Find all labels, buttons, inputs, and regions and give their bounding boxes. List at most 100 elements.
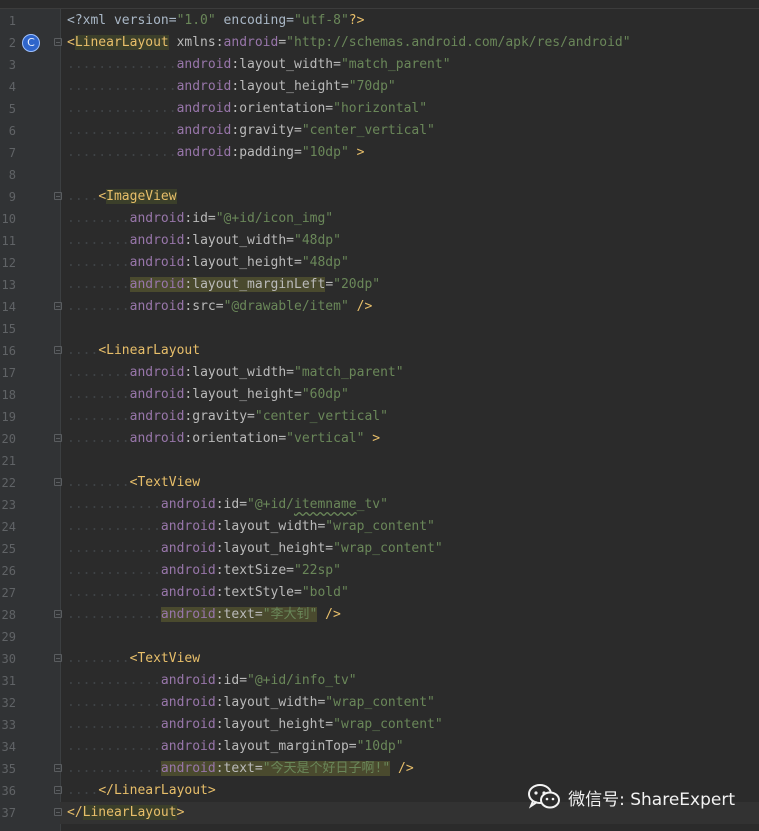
code-line[interactable]: 22 ........<TextView [2, 472, 759, 494]
code-line[interactable]: 24 ............android:layout_width="wrap… [2, 516, 759, 538]
code-line[interactable]: 35 ............android:text="今天是个好日子啊!" /… [2, 758, 759, 780]
code-token: ImageView [106, 189, 177, 204]
code-token: < [67, 35, 75, 50]
code-line[interactable]: 15 [2, 318, 759, 340]
code-token: = [325, 277, 334, 292]
code-token: itemname [294, 497, 357, 512]
line-text: ..............android:layout_height="70d… [67, 76, 396, 98]
line-text: ........android:layout_height="48dp" [67, 252, 349, 274]
code-token: encoding= [215, 13, 294, 28]
code-line[interactable]: 3 ..............android:layout_width="mat… [9, 54, 759, 76]
code-token: "bold" [301, 585, 349, 600]
line-number: 36 [1, 784, 16, 798]
line-number: 35 [1, 762, 16, 776]
line-number: 30 [1, 652, 16, 666]
indent-guide: ............ [67, 541, 161, 556]
line-text: ........<TextView [67, 472, 200, 494]
code-token: :textSize= [215, 563, 294, 578]
code-token: :gravity= [184, 409, 255, 424]
fold-marker-icon[interactable] [54, 764, 62, 772]
code-line[interactable]: 28 ............android:text="李大钊" /> [2, 604, 759, 626]
indent-guide: ............ [67, 695, 161, 710]
code-token: /> [317, 607, 341, 622]
line-text: ............android:layout_width="wrap_c… [67, 516, 435, 538]
indent-guide: .............. [67, 57, 177, 72]
indent-guide: .............. [67, 101, 177, 116]
code-line[interactable]: 29 [2, 626, 759, 648]
line-number: 16 [1, 344, 16, 358]
fold-marker-icon[interactable] [54, 302, 62, 310]
code-token: :orientation= [231, 101, 334, 116]
code-line[interactable]: 30 ........<TextView [2, 648, 759, 670]
fold-marker-icon[interactable] [54, 786, 62, 794]
indent-guide: ........ [67, 211, 130, 226]
fold-marker-icon[interactable] [54, 654, 62, 662]
fold-marker-icon[interactable] [54, 346, 62, 354]
fold-marker-icon[interactable] [54, 478, 62, 486]
code-line[interactable]: 11 ........android:layout_width="48dp" [2, 230, 759, 252]
code-line[interactable]: 16 ....<LinearLayout [2, 340, 759, 362]
code-token: :text= [215, 607, 263, 622]
line-number: 15 [1, 322, 16, 336]
code-line[interactable]: 1 <?xml version="1.0" encoding="utf-8"?> [9, 10, 759, 32]
indent-guide: .............. [67, 145, 177, 160]
code-line[interactable]: 12 ........android:layout_height="48dp" [2, 252, 759, 274]
code-line[interactable]: 19 ........android:gravity="center_vertic… [2, 406, 759, 428]
code-token: </ [67, 805, 83, 820]
code-line[interactable]: 4 ..............android:layout_height="70… [9, 76, 759, 98]
code-line[interactable]: 7 ..............android:padding="10dp" > [9, 142, 759, 164]
code-line[interactable]: 9 ....<ImageView [9, 186, 759, 208]
code-token: android [129, 233, 185, 248]
line-number: 12 [1, 256, 16, 270]
line-number: 9 [8, 190, 16, 204]
code-line[interactable]: 8 [9, 164, 759, 186]
code-line[interactable]: 21 [2, 450, 759, 472]
line-text: ..............android:padding="10dp" > [67, 142, 364, 164]
code-token: :src= [184, 299, 224, 314]
code-token: :orientation= [184, 431, 287, 446]
code-token: <?xml version= [67, 13, 177, 28]
code-token: "@drawable/item" [223, 299, 349, 314]
indent-guide: ........ [67, 409, 130, 424]
code-token: android [129, 277, 185, 292]
code-line[interactable]: 23 ............android:id="@+id/itemname_… [2, 494, 759, 516]
line-number: 6 [8, 124, 16, 138]
code-line[interactable]: 34 ............android:layout_marginTop="… [2, 736, 759, 758]
fold-marker-icon[interactable] [54, 38, 62, 46]
code-line[interactable]: 17 ........android:layout_width="match_pa… [2, 362, 759, 384]
code-token: android [160, 585, 216, 600]
code-line[interactable]: 6 ..............android:gravity="center_v… [9, 120, 759, 142]
code-token: :layout_width= [184, 365, 294, 380]
code-line[interactable]: 25 ............android:layout_height="wra… [2, 538, 759, 560]
code-line[interactable]: 10 ........android:id="@+id/icon_img" [2, 208, 759, 230]
code-line[interactable]: 31 ............android:id="@+id/info_tv" [2, 670, 759, 692]
class-gutter-icon[interactable]: C [22, 34, 40, 52]
code-line[interactable]: 2 C <LinearLayout xmlns:android="http://sc… [9, 32, 759, 54]
fold-marker-icon[interactable] [54, 434, 62, 442]
code-line[interactable]: 32 ............android:layout_width="wrap… [2, 692, 759, 714]
fold-marker-icon[interactable] [54, 610, 62, 618]
code-token: "match_parent" [340, 57, 451, 72]
code-area[interactable]: 1 <?xml version="1.0" encoding="utf-8"?> 2… [2, 9, 759, 831]
code-token: "wrap_content" [325, 695, 435, 710]
code-line[interactable]: 26 ............android:textSize="22sp" [2, 560, 759, 582]
code-line[interactable]: 5 ..............android:orientation="hori… [9, 98, 759, 120]
code-line[interactable]: 27 ............android:textStyle="bold" [2, 582, 759, 604]
code-token: :layout_height= [184, 387, 302, 402]
indent-guide: ........ [67, 651, 130, 666]
indent-guide: ........ [67, 475, 130, 490]
code-line[interactable]: 14 ........android:src="@drawable/item" /… [2, 296, 759, 318]
code-token: android [160, 541, 216, 556]
code-line[interactable]: 33 ............android:layout_height="wra… [2, 714, 759, 736]
indent-guide: .............. [67, 79, 177, 94]
fold-marker-icon[interactable] [54, 808, 62, 816]
fold-marker-icon[interactable] [54, 192, 62, 200]
code-line[interactable]: 13 ........android:layout_marginLeft="20d… [2, 274, 759, 296]
code-token: :layout_width= [231, 57, 341, 72]
indent-guide: .... [67, 343, 99, 358]
line-number: 25 [1, 542, 16, 556]
code-token: android [160, 739, 216, 754]
code-line[interactable]: 20 ........android:orientation="vertical"… [2, 428, 759, 450]
code-token: android [160, 519, 216, 534]
code-line[interactable]: 18 ........android:layout_height="60dp" [2, 384, 759, 406]
